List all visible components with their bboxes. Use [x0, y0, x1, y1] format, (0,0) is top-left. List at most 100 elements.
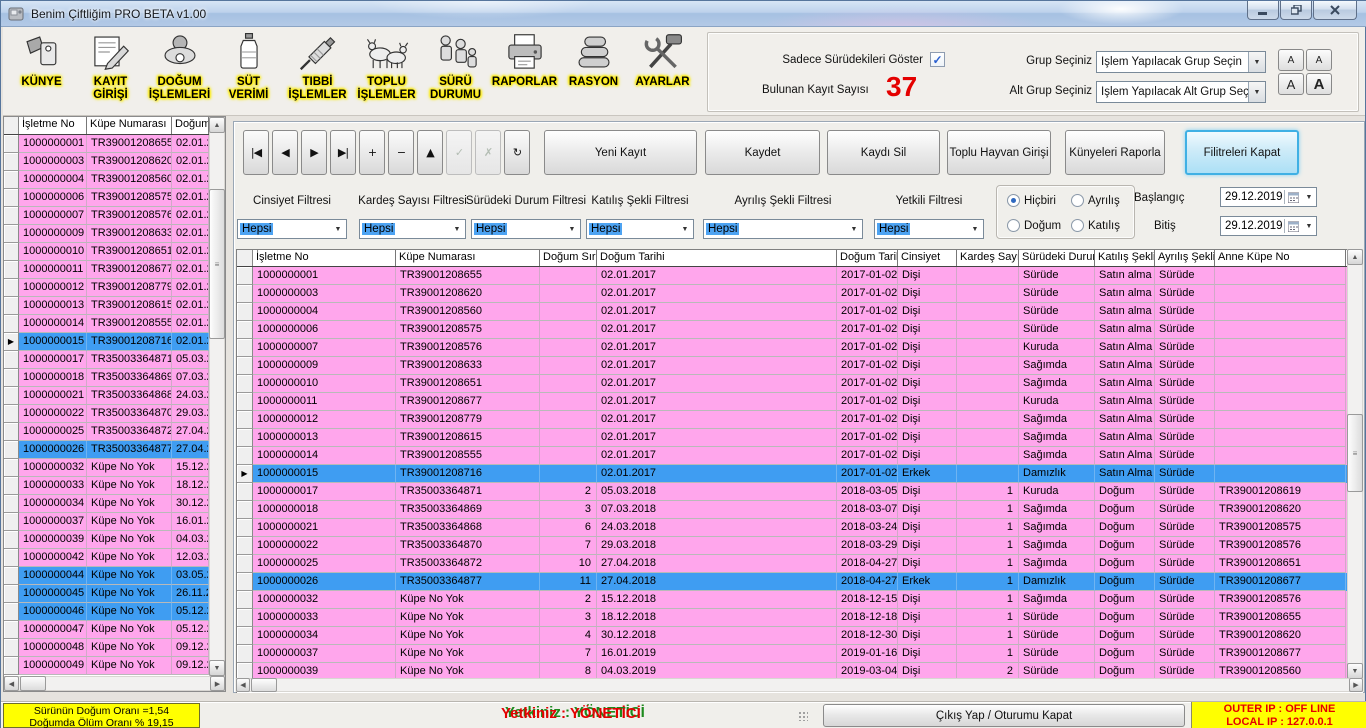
table-row[interactable]: 1000000014TR3900120855502.01.20172017-01… [237, 447, 1363, 465]
nav-first-button[interactable]: |◀ [243, 130, 269, 175]
action-kaydet-button[interactable]: Kaydet [705, 130, 820, 175]
table-row[interactable]: 1000000003TR3900120862002.01.2 [4, 153, 225, 171]
nav-refresh-button[interactable]: ↻ [504, 130, 530, 175]
action-kayd-sil-button[interactable]: Kaydı Sil [827, 130, 940, 175]
column-header-surudeki-durumu[interactable]: Sürüdeki Durumu [1019, 250, 1095, 266]
splitter-grip-icon[interactable] [798, 711, 808, 721]
table-row[interactable]: 1000000004TR3900120856002.01.2 [4, 171, 225, 189]
nav-delete-button[interactable]: − [388, 130, 414, 175]
table-row[interactable]: ▶1000000015TR3900120871602.01.2 [4, 333, 225, 351]
table-row[interactable]: 1000000033Küpe No Yok18.12.2 [4, 477, 225, 495]
table-row[interactable]: 1000000018TR3500336486907.03.2 [4, 369, 225, 387]
close-button[interactable] [1313, 1, 1357, 20]
scroll-down-icon[interactable]: ▼ [1347, 663, 1363, 679]
date-start-field[interactable]: 29.12.2019 ▼ [1220, 187, 1317, 207]
filter-combobox-cinsiyet-filtresi[interactable]: Hepsi▼ [237, 219, 347, 239]
scroll-left-icon[interactable]: ◀ [236, 678, 250, 692]
table-row[interactable]: 1000000048Küpe No Yok09.12.2 [4, 639, 225, 657]
scroll-right-icon[interactable]: ▶ [210, 676, 225, 691]
left-grid-hscroll-thumb[interactable] [20, 676, 46, 691]
table-row[interactable]: 1000000032Küpe No Yok215.12.20182018-12-… [237, 591, 1363, 609]
table-row[interactable]: 1000000034Küpe No Yok430.12.20182018-12-… [237, 627, 1363, 645]
table-row[interactable]: 1000000001TR3900120865502.01.2 [4, 135, 225, 153]
scroll-down-icon[interactable]: ▼ [209, 660, 225, 676]
column-header-dogum-tarihi[interactable]: Doğum Tarihi [837, 250, 898, 266]
table-row[interactable]: 1000000046Küpe No Yok05.12.2 [4, 603, 225, 621]
subgroup-select-combobox[interactable]: İşlem Yapılacak Alt Grup Seçin ▼ [1096, 81, 1266, 103]
column-header-isletme-no[interactable]: İşletme No [19, 117, 87, 134]
column-header-dogum-tarihi[interactable]: Doğum Tarihi [597, 250, 837, 266]
action-toplu-hayvan-girisi-button[interactable]: Toplu Hayvan Girişi [947, 130, 1051, 175]
radio-ayrls[interactable]: Ayrılış [1071, 194, 1120, 207]
table-row[interactable]: 1000000042Küpe No Yok12.03.2 [4, 549, 225, 567]
chevron-down-icon[interactable]: ▼ [1302, 223, 1316, 230]
column-header-isletme-no[interactable]: İşletme No [253, 250, 396, 266]
column-header-anne-kupe-no[interactable]: Anne Küpe No [1215, 250, 1346, 266]
action-yeni-kayt-button[interactable]: Yeni Kayıt [544, 130, 697, 175]
nav-edit-button[interactable]: ▲ [417, 130, 443, 175]
table-row[interactable]: 1000000007TR3900120857602.01.2 [4, 207, 225, 225]
toolbar-item-suru-durumu[interactable]: SÜRÜ DURUMU [421, 29, 490, 113]
table-row[interactable]: 1000000009TR3900120863302.01.20172017-01… [237, 357, 1363, 375]
chevron-down-icon[interactable]: ▼ [1248, 82, 1265, 102]
table-row[interactable]: 1000000022TR3500336487029.03.2 [4, 405, 225, 423]
table-row[interactable]: 1000000021TR35003364868624.03.20182018-0… [237, 519, 1363, 537]
toolbar-item-toplu-islemler[interactable]: TOPLU İŞLEMLER [352, 29, 421, 113]
toolbar-item-tibbi-islemler[interactable]: TIBBİ İŞLEMLER [283, 29, 352, 113]
table-row[interactable]: 1000000007TR3900120857602.01.20172017-01… [237, 339, 1363, 357]
scroll-up-icon[interactable]: ▲ [1347, 249, 1363, 265]
logout-button[interactable]: Çıkış Yap / Oturumu Kapat [823, 704, 1185, 727]
table-row[interactable]: 1000000037Küpe No Yok16.01.2 [4, 513, 225, 531]
table-row[interactable]: 1000000003TR3900120862002.01.20172017-01… [237, 285, 1363, 303]
table-row[interactable]: 1000000026TR350033648771127.04.20182018-… [237, 573, 1363, 591]
table-row[interactable]: 1000000021TR3500336486824.03.2 [4, 387, 225, 405]
table-row[interactable]: 1000000018TR35003364869307.03.20182018-0… [237, 501, 1363, 519]
titlebar[interactable]: Benim Çiftliğim PRO BETA v1.00 [1, 1, 1366, 27]
date-end-field[interactable]: 29.12.2019 ▼ [1220, 216, 1317, 236]
column-header-kardes-says[interactable]: Kardeş Sayısı [957, 250, 1019, 266]
nav-prior-button[interactable]: ◀ [272, 130, 298, 175]
font-size-button-4[interactable]: A [1306, 73, 1332, 95]
table-row[interactable]: 1000000013TR3900120861502.01.20172017-01… [237, 429, 1363, 447]
table-row[interactable]: 1000000012TR3900120877902.01.2 [4, 279, 225, 297]
table-row[interactable]: 1000000022TR35003364870729.03.20182018-0… [237, 537, 1363, 555]
toolbar-item-sut-verimi[interactable]: SÜT VERİMİ [214, 29, 283, 113]
toolbar-item-ayarlar[interactable]: AYARLAR [628, 29, 697, 113]
table-row[interactable]: 1000000047Küpe No Yok05.12.2 [4, 621, 225, 639]
table-row[interactable]: 1000000039Küpe No Yok04.03.2 [4, 531, 225, 549]
scroll-left-icon[interactable]: ◀ [4, 676, 19, 691]
table-row[interactable]: 1000000032Küpe No Yok15.12.2 [4, 459, 225, 477]
table-row[interactable]: ▶1000000015TR3900120871602.01.20172017-0… [237, 465, 1363, 483]
radio-katls[interactable]: Katılış [1071, 219, 1120, 232]
table-row[interactable]: 1000000010TR3900120865102.01.2 [4, 243, 225, 261]
column-header-kupe-numaras[interactable]: Küpe Numarası [396, 250, 540, 266]
column-header-dogum-tarihi[interactable]: Doğum Tarihi [172, 117, 209, 134]
table-row[interactable]: 1000000025TR3500336487227.04.2 [4, 423, 225, 441]
table-row[interactable]: 1000000033Küpe No Yok318.12.20182018-12-… [237, 609, 1363, 627]
main-grid-hscroll-track[interactable] [236, 678, 1363, 692]
toolbar-item-kunye[interactable]: KÜNYE [7, 29, 76, 113]
chevron-down-icon[interactable]: ▼ [1248, 52, 1265, 72]
table-row[interactable]: 1000000034Küpe No Yok30.12.2 [4, 495, 225, 513]
table-row[interactable]: 1000000045Küpe No Yok26.11.2 [4, 585, 225, 603]
scroll-right-icon[interactable]: ▶ [1349, 678, 1363, 692]
table-row[interactable]: 1000000009TR3900120863302.01.2 [4, 225, 225, 243]
chevron-down-icon[interactable]: ▼ [1302, 194, 1316, 201]
filter-combobox-katls-sekli-filtresi[interactable]: Hepsi▼ [586, 219, 694, 239]
main-grid-vscroll-thumb[interactable]: ≡ [1347, 414, 1363, 492]
toolbar-item-kayit-girisi[interactable]: KAYIT GİRİŞİ [76, 29, 145, 113]
chevron-down-icon[interactable]: ▼ [846, 226, 862, 233]
table-row[interactable]: 1000000044Küpe No Yok03.05.2 [4, 567, 225, 585]
main-grid-hscroll-thumb[interactable] [251, 678, 277, 692]
font-size-button-1[interactable]: A [1278, 49, 1304, 71]
action-filitreleri-kapat-button[interactable]: Filitreleri Kapat [1185, 130, 1299, 175]
table-row[interactable]: 1000000011TR3900120867702.01.20172017-01… [237, 393, 1363, 411]
scroll-up-icon[interactable]: ▲ [209, 117, 225, 133]
table-row[interactable]: 1000000014TR3900120855502.01.2 [4, 315, 225, 333]
nav-next-button[interactable]: ▶ [301, 130, 327, 175]
column-header-dogum-sras[interactable]: Doğum Sırası [540, 250, 597, 266]
table-row[interactable]: 1000000012TR3900120877902.01.20172017-01… [237, 411, 1363, 429]
column-header-kupe-numaras[interactable]: Küpe Numarası [87, 117, 172, 134]
show-only-herd-checkbox[interactable]: ✓ [930, 52, 945, 67]
toolbar-item-dogum-islemleri[interactable]: DOĞUM İŞLEMLERİ [145, 29, 214, 113]
